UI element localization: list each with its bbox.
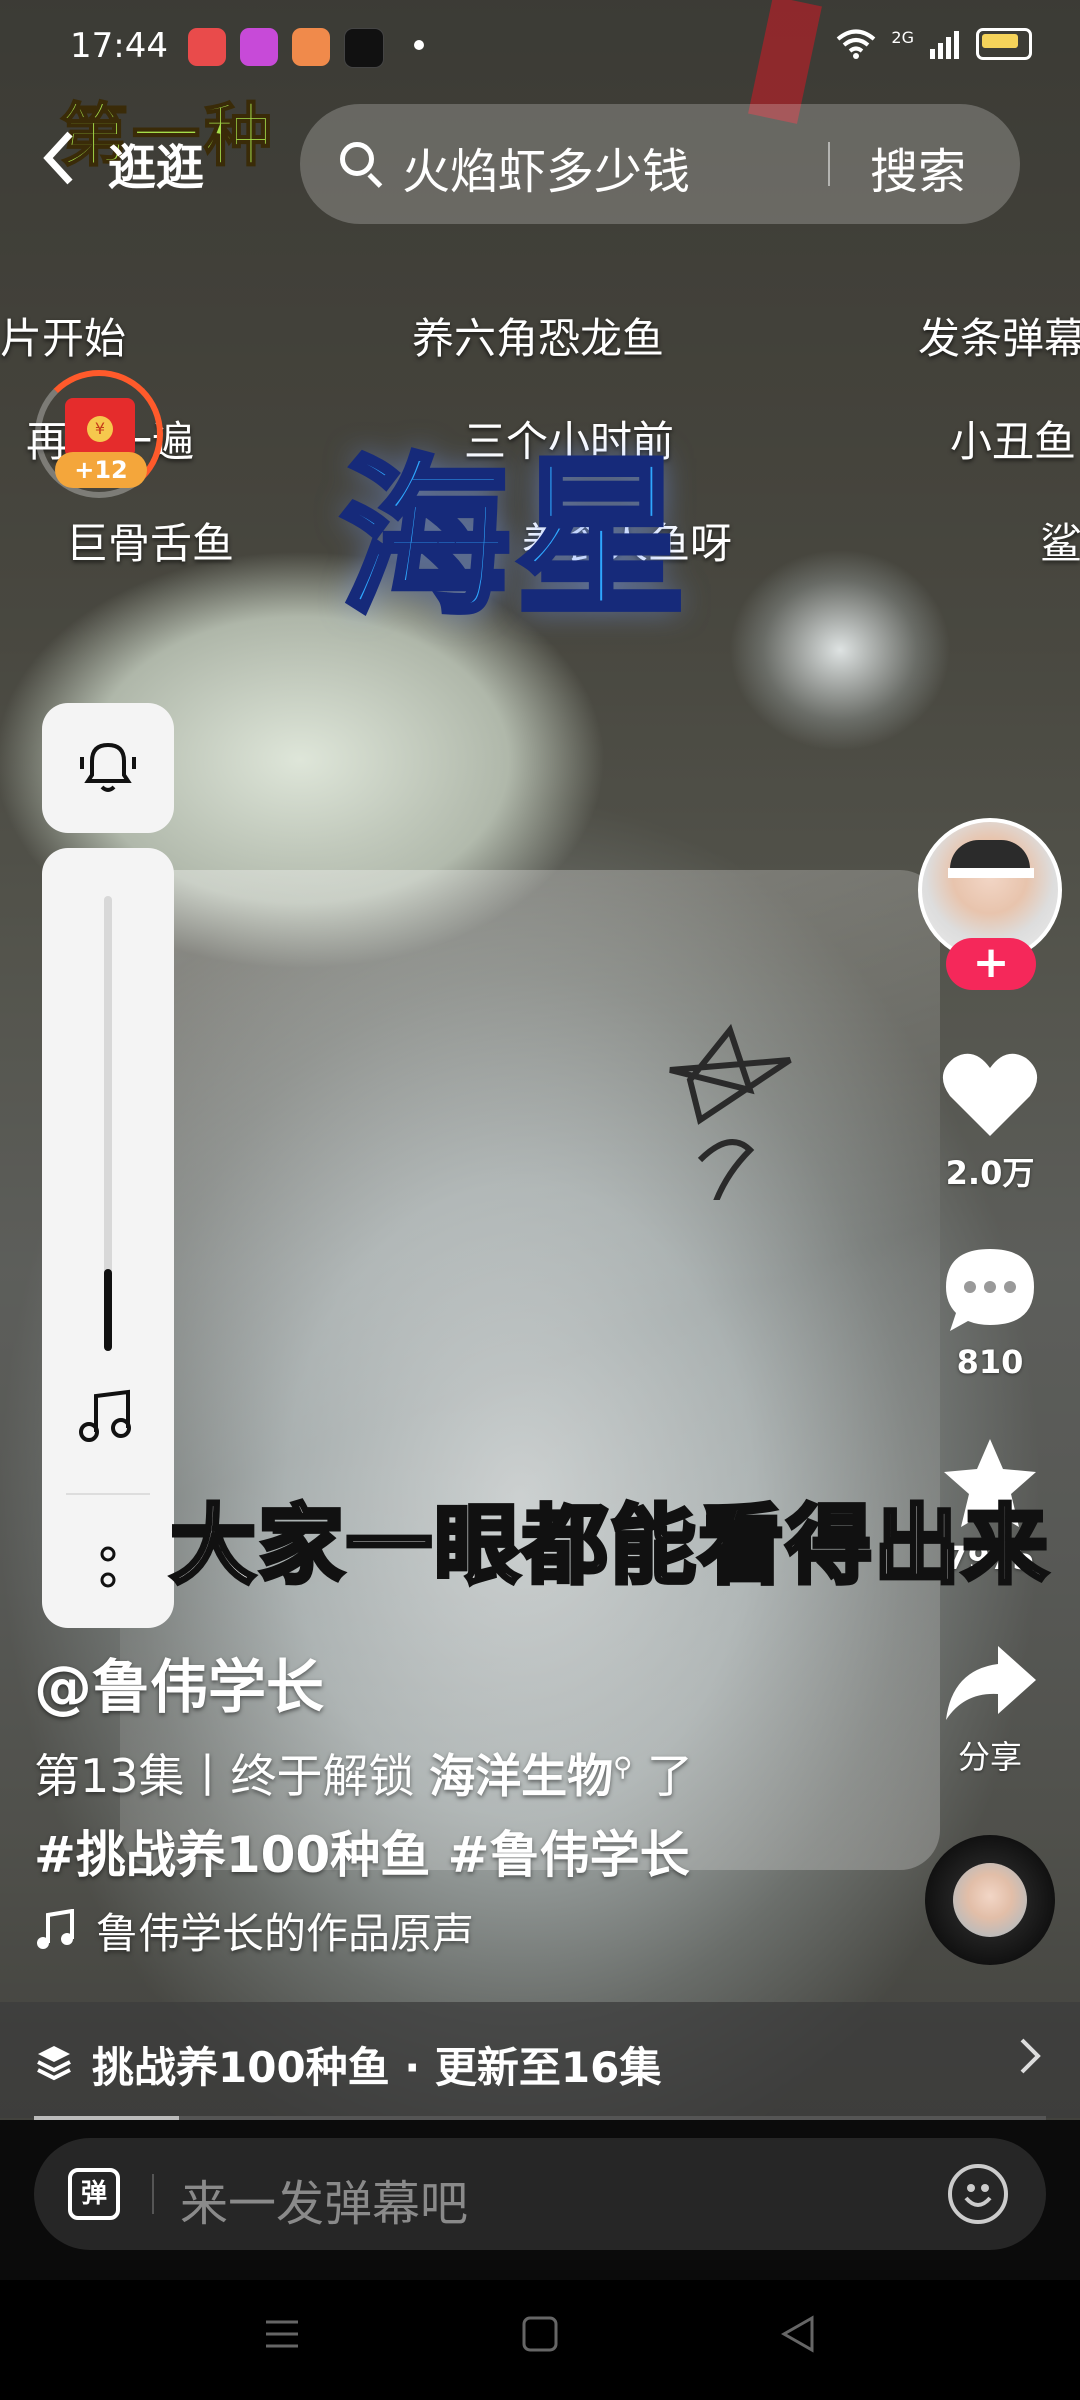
comment-icon [946,1249,1034,1331]
share-icon [946,1646,1036,1720]
comment-button[interactable]: 810 [920,1245,1060,1381]
share-label: 分享 [957,1738,1022,1776]
desc-prefix: 第13集丨终于解锁 [34,1749,430,1803]
music-title: 鲁伟学长的作品原声 [96,1909,475,1958]
top-bar: 第一种 逛逛 火焰虾多少钱 搜索 [0,96,1080,224]
search-divider [828,142,830,186]
video-subtitle: 大家一眼都能看得出来 [168,1494,1050,1598]
music-disc[interactable] [925,1835,1055,1965]
desc-search-link[interactable]: 海洋生物 [429,1749,613,1803]
series-label: 挑战养100种鱼 · 更新至16集 [92,2043,662,2092]
like-count: 2.0万 [945,1154,1035,1192]
star-drawing [669,1023,792,1200]
share-button[interactable]: 分享 [920,1640,1060,1778]
music-note-icon[interactable] [76,1388,140,1444]
music-note-icon [37,1908,74,1949]
back-label[interactable]: 逛逛 [108,128,204,198]
search-query[interactable]: 火焰虾多少钱 [402,132,690,202]
notification-icons [188,28,384,68]
social-app-icon [240,28,278,66]
game-app-icon [292,28,330,66]
coin-icon: ¥ [87,416,113,442]
danmaku-input[interactable]: 弹 来一发弹幕吧 [34,2138,1046,2250]
author-name[interactable]: @鲁伟学长 [34,1640,324,1724]
heart-icon [942,1053,1038,1136]
like-button[interactable]: 2.0万 [920,1050,1060,1194]
bell-icon [80,742,136,792]
danmaku-toggle-icon[interactable]: 弹 [68,2168,120,2220]
smile-face-icon [964,2184,992,2207]
wifi-icon [837,29,876,59]
chevron-left-icon [43,131,73,185]
search-icon [340,142,374,176]
chevron-right-icon [1020,2038,1041,2074]
battery-icon [976,28,1032,60]
reminder-button[interactable] [42,703,174,833]
red-packet-widget[interactable]: ¥ +12 [35,370,175,510]
status-right: 2G [835,28,1032,60]
volume-slider[interactable] [104,896,112,1351]
video-big-title: 海星 [337,437,693,641]
music-disc-cover [953,1863,1027,1937]
search-bar[interactable]: 火焰虾多少钱 搜索 [300,104,1020,224]
volume-slider-fill [104,1269,112,1351]
side-control-panel [42,848,174,1628]
panel-divider [66,1493,150,1495]
search-button[interactable]: 搜索 [870,132,966,202]
home-icon[interactable] [520,2314,560,2354]
signal-icon [930,31,959,59]
notification-dot [414,40,424,50]
desc-suffix: 了 [632,1749,693,1803]
music-app-icon [188,28,226,66]
post-description: 第13集丨终于解锁 海洋生物⚲ 了 [34,1740,693,1806]
music-info[interactable]: 鲁伟学长的作品原声 [34,1900,474,1961]
danmaku-placeholder[interactable]: 来一发弹幕吧 [180,2164,468,2234]
back-nav-icon[interactable] [778,2314,818,2354]
danmaku-comment: 鲨 [1040,519,1080,568]
avatar-headband [948,868,1034,878]
back-button[interactable] [40,128,76,198]
menu-icon[interactable] [262,2314,302,2354]
more-vertical-icon[interactable] [98,1546,118,1590]
danmaku-comment: 片开始 [0,314,127,363]
network-type: 2G [891,28,914,47]
emoji-icon[interactable] [948,2164,1008,2224]
series-bar[interactable]: 挑战养100种鱼 · 更新至16集 [0,2002,1080,2118]
search-small-icon: ⚲ [613,1752,633,1783]
danmaku-comment: 巨骨舌鱼 [66,519,235,568]
hashtags[interactable]: #挑战养100种鱼 #鲁伟学长 [34,1815,690,1887]
status-time: 17:44 [70,26,168,66]
danmaku-comment: 养六角恐龙鱼 [412,314,665,363]
comment-count: 810 [956,1343,1024,1381]
system-nav-bar [0,2280,1080,2400]
layers-icon [37,2046,71,2081]
tiktok-app-icon [344,28,384,68]
danmaku-comment: 发条弹幕 [918,314,1080,363]
red-packet-badge: +12 [55,452,147,488]
comment-input-bar: 弹 来一发弹幕吧 [0,2120,1080,2280]
follow-button[interactable]: + [946,938,1036,990]
danmaku-comment: 小丑鱼 [950,417,1077,466]
input-divider [152,2174,154,2214]
